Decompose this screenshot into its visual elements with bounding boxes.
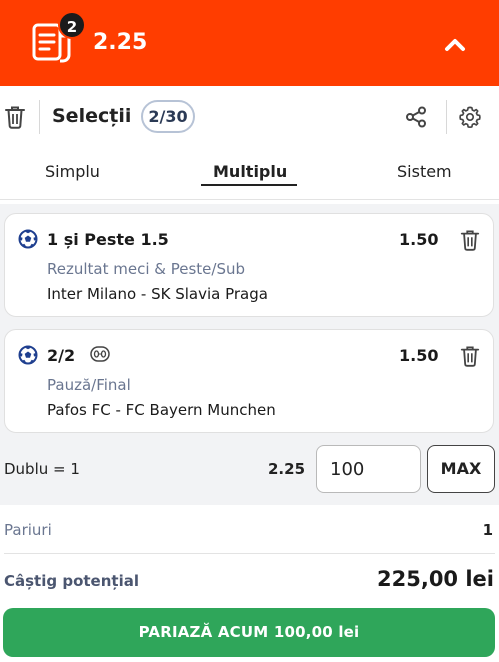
selections-limit-badge: 2/30 [141, 100, 195, 133]
total-odds: 2.25 [93, 30, 148, 55]
tab-multiplu[interactable]: Multiplu [213, 162, 287, 181]
active-tab-indicator [201, 184, 297, 186]
summary-divider [4, 553, 495, 554]
combo-odds: 2.25 [268, 460, 306, 478]
betslip-header[interactable]: 2 2.25 [0, 0, 499, 86]
selection-card[interactable]: 1 și Peste 1.5 1.50 Rezultat meci & Pest… [4, 213, 494, 317]
place-bet-button[interactable]: PARIAZĂ ACUM 100,00 lei [3, 608, 495, 657]
selection-market: Pauză/Final [47, 376, 131, 394]
stake-input[interactable] [316, 445, 421, 493]
trash-icon[interactable] [460, 229, 480, 251]
potential-win-label: Câștig potențial [4, 572, 139, 590]
bet-type-tabs: Simplu Multiplu Sistem [0, 152, 499, 198]
soccer-ball-icon [18, 345, 38, 365]
trash-icon[interactable] [4, 105, 26, 129]
potential-win-value: 225,00 lei [377, 567, 494, 591]
selection-odds: 1.50 [399, 346, 439, 365]
toolbar-divider [39, 100, 40, 134]
combo-label: Dublu = 1 [4, 460, 80, 478]
selections-count-badge: 2 [58, 11, 86, 39]
soccer-ball-icon [18, 229, 38, 249]
gear-icon[interactable] [459, 106, 481, 128]
max-stake-button[interactable]: MAX [427, 445, 495, 493]
selection-match: Pafos FC - FC Bayern Munchen [47, 401, 276, 419]
selection-card[interactable]: 2/2 1.50 Pauză/Final Pafos FC - FC Bayer… [4, 329, 494, 433]
tab-simplu[interactable]: Simplu [45, 162, 100, 181]
bets-label: Pariuri [4, 521, 52, 539]
selection-market: Rezultat meci & Peste/Sub [47, 260, 246, 278]
selection-pick: 1 și Peste 1.5 [47, 230, 169, 249]
selection-match: Inter Milano - SK Slavia Praga [47, 285, 268, 303]
selection-pick: 2/2 [47, 346, 76, 365]
score-0-0-icon [90, 346, 110, 362]
tabs-divider [0, 199, 499, 200]
tab-sistem[interactable]: Sistem [397, 162, 452, 181]
selection-odds: 1.50 [399, 230, 439, 249]
selections-title: Selecții [52, 105, 132, 127]
chevron-up-icon[interactable] [438, 28, 472, 62]
bets-value: 1 [482, 521, 493, 539]
share-icon[interactable] [405, 106, 427, 128]
toolbar-divider [446, 100, 447, 134]
trash-icon[interactable] [460, 345, 480, 367]
